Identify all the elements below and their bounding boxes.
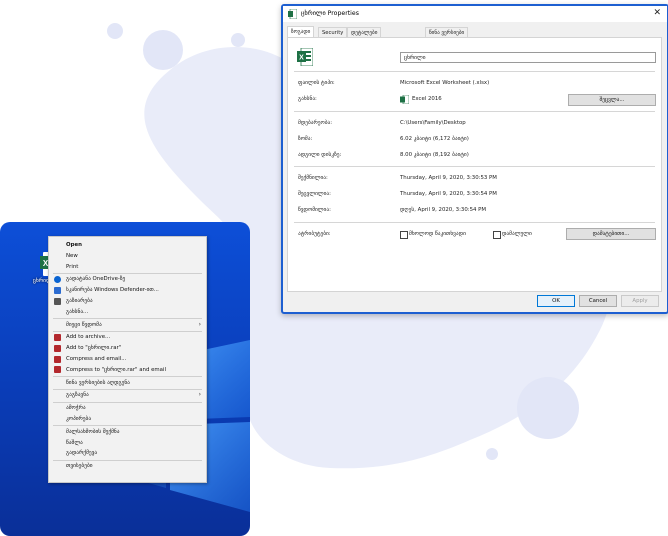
location-label: მდებარეობა: xyxy=(298,120,333,126)
size-on-disk-label: ადგილი დისკზე: xyxy=(298,152,342,158)
context-menu-item-label: გაზიარება xyxy=(66,298,93,304)
excel-file-icon: X xyxy=(297,48,313,66)
opens-with-label: გახსნა: xyxy=(298,96,317,102)
change-button[interactable]: შეცვლა... xyxy=(568,94,656,106)
divider xyxy=(294,111,655,112)
context-menu-item[interactable]: წაშლა xyxy=(49,438,206,448)
context-menu-item[interactable]: ამოჭრა xyxy=(49,403,206,413)
context-menu-item-label: სკანირება Windows Defender-ით... xyxy=(66,287,159,294)
context-menu-item-label: Add to archive... xyxy=(66,334,111,341)
context-menu-item-label: Print xyxy=(66,263,79,270)
divider xyxy=(294,222,655,223)
context-menu-item-label: Add to "ცხრილი.rar" xyxy=(66,345,122,352)
winrar-icon xyxy=(54,344,61,352)
type-label: ფაილის ტიპი: xyxy=(298,80,335,86)
advanced-button[interactable]: დამატებითი... xyxy=(566,228,656,240)
context-menu-item[interactable]: გაგზავნა › xyxy=(49,390,206,400)
ok-button[interactable]: OK xyxy=(537,295,575,307)
context-menu-item[interactable]: მიეცი წვდომა › xyxy=(49,320,206,330)
context-menu-item-label: ამოჭრა xyxy=(66,405,86,412)
modified-value: Thursday, April 9, 2020, 3:30:54 PM xyxy=(400,191,497,197)
hidden-label: დამალული xyxy=(502,231,532,237)
context-menu-item[interactable]: Compress and email... xyxy=(49,354,206,364)
share-icon xyxy=(54,297,61,305)
context-menu-item-label: New xyxy=(66,252,78,259)
properties-window: ცხრილი Properties ✕ ზოგადი Security დეტა… xyxy=(281,4,668,314)
context-menu-item[interactable]: გაზიარება xyxy=(49,296,206,306)
attributes-label: ატრიბუტები: xyxy=(298,231,331,237)
modified-label: შეცვლილია: xyxy=(298,191,331,197)
close-icon[interactable]: ✕ xyxy=(653,8,661,18)
general-panel: X ცხრილი ფაილის ტიპი: Microsoft Excel Wo… xyxy=(287,37,662,292)
context-menu-item-label: გადარქმევა xyxy=(66,450,98,457)
excel-title-icon xyxy=(288,9,297,19)
size-label: ზომა: xyxy=(298,136,313,142)
title-bar[interactable]: ცხრილი Properties ✕ xyxy=(283,6,667,22)
location-value: C:\Users\Family\Desktop xyxy=(400,120,466,126)
divider xyxy=(294,166,655,167)
context-menu-item-label: გადატანა OneDrive-ზე xyxy=(66,276,126,283)
context-menu-item[interactable]: New xyxy=(49,251,206,261)
context-menu-item-label: მალსახმობის შექმნა xyxy=(66,428,120,435)
context-menu-item-label: წაშლა xyxy=(66,439,83,446)
size-on-disk-value: 8.00 კბაიტი (8,192 ბაიტი) xyxy=(400,152,469,158)
context-menu-item[interactable]: გახსნა... xyxy=(49,307,206,317)
context-menu-item-label: გახსნა... xyxy=(66,308,89,315)
apply-button[interactable]: Apply xyxy=(621,295,659,307)
context-menu-item[interactable]: გადარქმევა xyxy=(49,448,206,458)
readonly-checkbox[interactable] xyxy=(400,231,408,239)
excel-app-icon xyxy=(400,95,409,104)
context-menu-item-label: თვისებები xyxy=(66,463,93,470)
created-value: Thursday, April 9, 2020, 3:30:53 PM xyxy=(400,175,497,181)
type-value: Microsoft Excel Worksheet (.xlsx) xyxy=(400,80,490,86)
context-menu-item[interactable]: Compress to "ცხრილი.rar" and email xyxy=(49,365,206,375)
file-name-input[interactable]: ცხრილი xyxy=(400,52,656,63)
created-label: შექმნილია: xyxy=(298,175,328,181)
winrar-icon xyxy=(54,333,61,341)
context-menu-item[interactable]: Add to "ცხრილი.rar" xyxy=(49,343,206,353)
window-title: ცხრილი Properties xyxy=(301,10,359,17)
opens-with-value: Excel 2016 xyxy=(412,96,442,102)
size-value: 6.02 კბაიტი (6,172 ბაიტი) xyxy=(400,136,469,142)
accessed-label: წვდომილია: xyxy=(298,207,331,213)
chevron-right-icon: › xyxy=(198,320,201,328)
context-menu-item-label: Compress to "ცხრილი.rar" and email xyxy=(66,366,166,373)
context-menu-item[interactable]: Add to archive... xyxy=(49,332,206,342)
context-menu-item[interactable]: მალსახმობის შექმნა xyxy=(49,427,206,437)
context-menu-item[interactable]: Print xyxy=(49,262,206,272)
context-menu-item[interactable]: Open xyxy=(49,240,206,250)
context-menu-item-label: მიეცი წვდომა xyxy=(66,321,102,328)
divider xyxy=(294,71,655,72)
context-menu-item-label: Open xyxy=(66,242,82,248)
defender-icon xyxy=(54,286,61,294)
chevron-right-icon: › xyxy=(198,391,201,399)
context-menu-item[interactable]: წინა ვერსიების აღდგენა xyxy=(49,378,206,388)
onedrive-icon xyxy=(54,275,61,283)
context-menu-item-label: Compress and email... xyxy=(66,356,127,362)
accessed-value: დღეს, April 9, 2020, 3:30:54 PM xyxy=(400,207,487,213)
hidden-checkbox[interactable] xyxy=(493,231,501,239)
context-menu-item-label: წინა ვერსიების აღდგენა xyxy=(66,379,130,386)
context-menu-item[interactable]: თვისებები xyxy=(49,461,206,471)
context-menu-item[interactable]: სკანირება Windows Defender-ით... xyxy=(49,285,206,295)
winrar-icon xyxy=(54,366,61,374)
context-menu-item-label: გაგზავნა xyxy=(66,392,89,399)
readonly-label: მხოლოდ წაკითხვადი xyxy=(409,231,466,237)
svg-text:X: X xyxy=(299,55,304,62)
context-menu-item[interactable]: კოპირება xyxy=(49,414,206,424)
context-menu-item[interactable]: გადატანა OneDrive-ზე xyxy=(49,274,206,284)
context-menu: Open New Print გადატანა OneDrive-ზე სკანირებ… xyxy=(48,236,207,483)
winrar-icon xyxy=(54,355,61,363)
cancel-button[interactable]: Cancel xyxy=(579,295,617,307)
context-menu-item-label: კოპირება xyxy=(66,416,92,422)
